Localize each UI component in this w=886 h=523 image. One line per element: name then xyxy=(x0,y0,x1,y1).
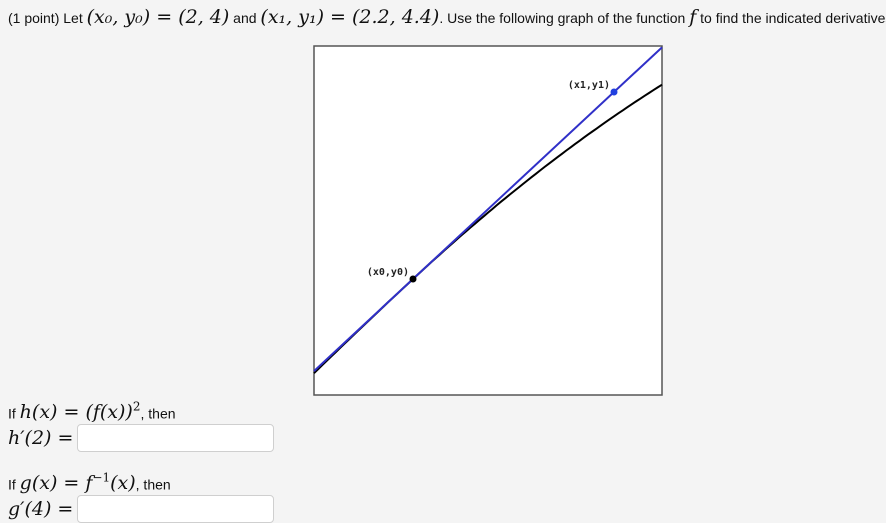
h-definition-exponent: 2 xyxy=(132,400,141,414)
question-g: If g(x) = f−1(x), then g′(4) = xyxy=(8,467,274,523)
point1-expression: (x₁, y₁) = (2.2, 4.4) xyxy=(260,6,440,28)
instruction-pre: . Use the following graph of the functio… xyxy=(439,10,686,26)
point-label-0: (x0,y0) xyxy=(367,267,409,278)
and-text: and xyxy=(233,10,257,26)
if-text: If xyxy=(8,476,16,493)
point-0 xyxy=(409,275,417,283)
function-graph: (x0,y0) (x1,y1) xyxy=(313,45,663,396)
g-prime-prompt: g′(4) = xyxy=(8,498,74,521)
h-definition: h(x) = (f(x))2 xyxy=(19,400,141,424)
g-prime-answer-input[interactable] xyxy=(77,495,274,523)
function-symbol: f xyxy=(689,6,697,28)
g-definition-exponent: −1 xyxy=(92,471,111,485)
question-h: If h(x) = (f(x))2, then h′(2) = xyxy=(8,396,274,453)
h-definition-main: h(x) = (f(x)) xyxy=(19,401,133,424)
then-text: , then xyxy=(140,405,176,422)
point-label-1: (x1,y1) xyxy=(568,80,610,91)
g-definition-main: g(x) = f xyxy=(19,472,93,495)
point-1 xyxy=(610,88,618,96)
problem-statement: (1 point) Let (x₀, y₀) = (2, 4) and (x₁,… xyxy=(8,4,886,31)
g-definition: g(x) = f−1(x) xyxy=(19,471,136,495)
graph-frame xyxy=(313,45,663,396)
h-prime-prompt: h′(2) = xyxy=(8,427,74,450)
then-text: , then xyxy=(135,476,171,493)
g-definition-tail: (x) xyxy=(110,472,136,495)
h-prime-answer-input[interactable] xyxy=(77,424,274,453)
instruction-post: to find the indicated derivatives. xyxy=(700,10,886,26)
graph-svg: (x0,y0) (x1,y1) xyxy=(313,45,663,396)
point0-expression: (x₀, y₀) = (2, 4) xyxy=(86,6,230,28)
points-label: (1 point) Let xyxy=(8,10,83,26)
if-text: If xyxy=(8,405,16,422)
